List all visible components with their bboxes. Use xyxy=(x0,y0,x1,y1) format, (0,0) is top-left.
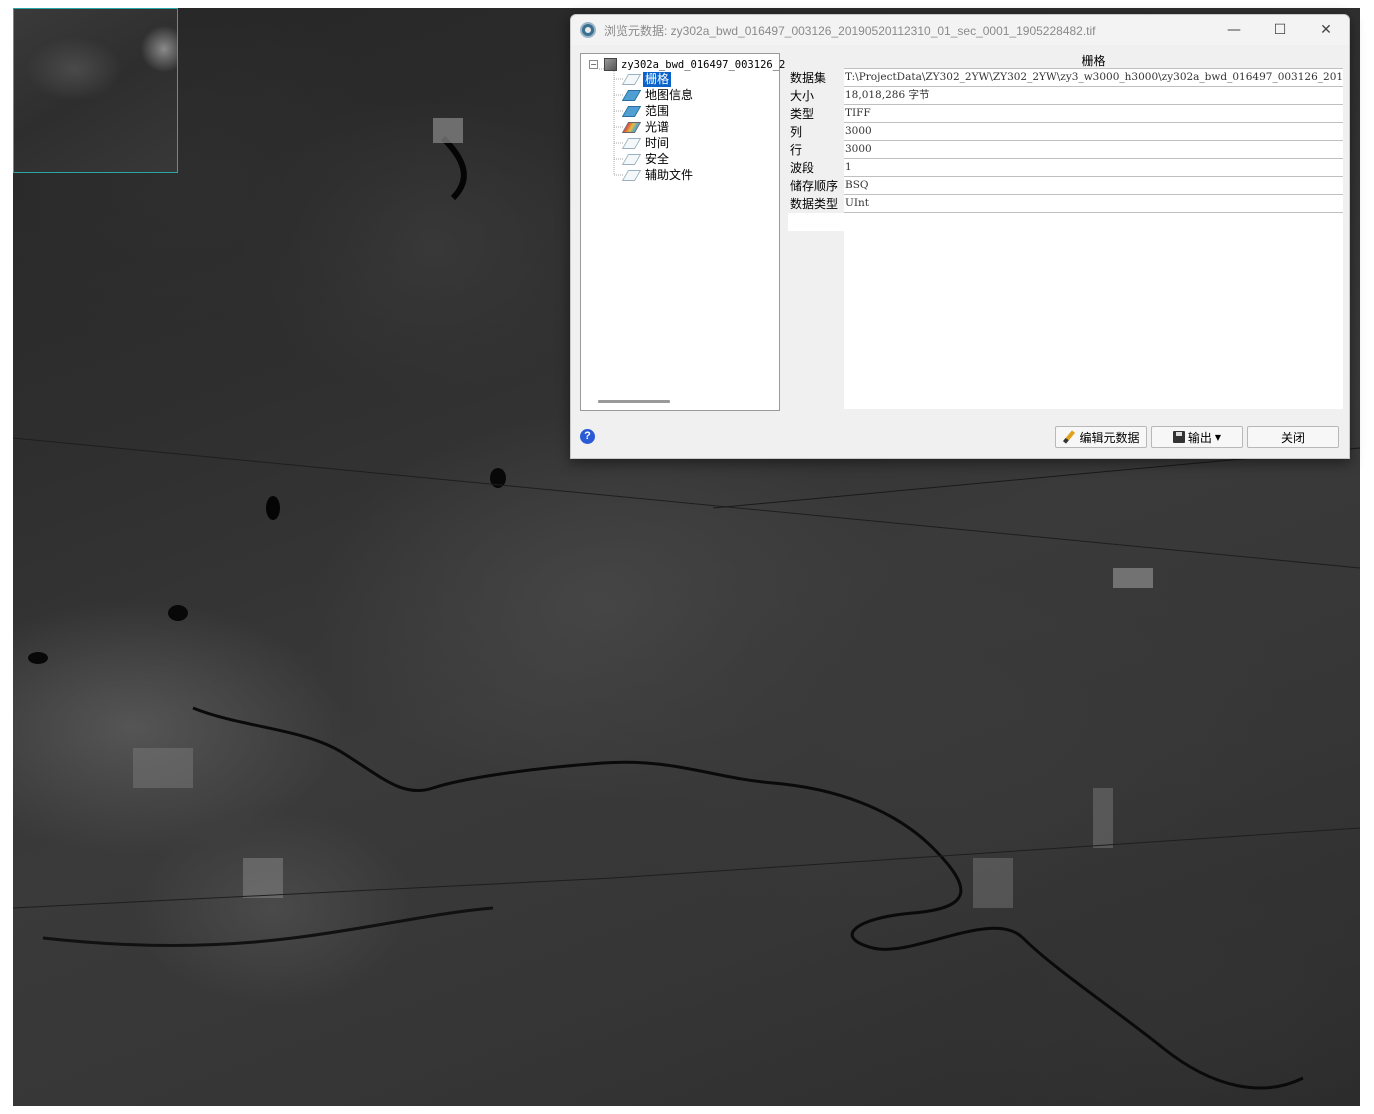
tree-item-extent[interactable]: 范围 xyxy=(623,103,671,119)
export-label: 输出 xyxy=(1187,430,1212,445)
extent-icon xyxy=(623,104,639,118)
chevron-down-icon: ▼ xyxy=(1214,432,1222,442)
dialog-title: 浏览元数据: zy302a_bwd_016497_003126_20190520… xyxy=(604,23,1096,38)
close-button[interactable]: 关闭 xyxy=(1247,426,1339,448)
grid-key: 大小 xyxy=(788,87,844,105)
edit-metadata-label: 编辑元数据 xyxy=(1079,430,1140,445)
tree-item-security[interactable]: 安全 xyxy=(623,151,671,167)
maximize-button[interactable]: ☐ xyxy=(1257,15,1303,45)
tree-item-time[interactable]: 时间 xyxy=(623,135,671,151)
grid-key: 数据类型 xyxy=(788,195,844,213)
tree-item-label: 栅格 xyxy=(643,71,672,87)
grid-row-type[interactable]: 类型 TIFF xyxy=(788,105,1343,123)
tree-item-label: 时间 xyxy=(645,135,670,150)
tree-item-label: 范围 xyxy=(645,103,670,118)
tree-item-label: 地图信息 xyxy=(645,87,694,102)
tree-item-label: 安全 xyxy=(645,151,670,166)
grid-row-rows[interactable]: 行 3000 xyxy=(788,141,1343,159)
save-disk-icon xyxy=(1172,431,1185,443)
tree-item-auxiliary-files[interactable]: 辅助文件 xyxy=(623,167,695,183)
tree-item-label: 光谱 xyxy=(645,119,670,134)
minimize-button[interactable]: — xyxy=(1211,15,1257,45)
grid-row-data-type[interactable]: 数据类型 UInt xyxy=(788,195,1343,213)
grid-key: 类型 xyxy=(788,105,844,123)
grid-value[interactable]: 1 xyxy=(844,159,1343,177)
grid-value[interactable]: 3000 xyxy=(844,123,1343,141)
grid-row-storage-order[interactable]: 储存顺序 BSQ xyxy=(788,177,1343,195)
map-info-icon xyxy=(623,88,639,102)
metadata-tree[interactable]: − zy302a_bwd_016497_003126_2 栅格 地图信息 范围 … xyxy=(580,53,785,411)
grid-key: 波段 xyxy=(788,159,844,177)
grid-section-header: 栅格 xyxy=(844,53,1343,69)
grid-key: 列 xyxy=(788,123,844,141)
metadata-dialog: 浏览元数据: zy302a_bwd_016497_003126_20190520… xyxy=(570,14,1350,459)
grid-key: 储存顺序 xyxy=(788,177,844,195)
property-grid[interactable]: 栅格 数据集 T:\ProjectData\ZY302_2YW\ZY302_2Y… xyxy=(788,53,1343,409)
grid-value[interactable]: 3000 xyxy=(844,141,1343,159)
auxiliary-file-icon xyxy=(623,168,639,182)
time-icon xyxy=(623,136,639,150)
dialog-titlebar[interactable]: 浏览元数据: zy302a_bwd_016497_003126_20190520… xyxy=(571,15,1349,45)
tree-item-map-info[interactable]: 地图信息 xyxy=(623,87,695,103)
grid-value[interactable]: TIFF xyxy=(844,105,1343,123)
tree-root[interactable]: − zy302a_bwd_016497_003126_2 xyxy=(589,58,785,71)
pencil-icon xyxy=(1062,430,1076,444)
app-globe-icon xyxy=(580,22,596,38)
grid-key: 行 xyxy=(788,141,844,159)
grid-row-dataset[interactable]: 数据集 T:\ProjectData\ZY302_2YW\ZY302_2YW\z… xyxy=(788,69,1343,87)
spectrum-icon xyxy=(623,120,639,134)
close-label: 关闭 xyxy=(1280,430,1305,445)
grid-value[interactable]: BSQ xyxy=(844,177,1343,195)
grid-key: 数据集 xyxy=(788,69,844,87)
grid-value[interactable]: UInt xyxy=(844,195,1343,213)
grid-row-columns[interactable]: 列 3000 xyxy=(788,123,1343,141)
horizontal-scrollbar[interactable] xyxy=(598,400,670,403)
tree-root-label: zy302a_bwd_016497_003126_2 xyxy=(621,58,786,71)
grid-value[interactable]: 18,018,286 字节 xyxy=(844,87,1343,105)
security-icon xyxy=(623,152,639,166)
grid-rows: 数据集 T:\ProjectData\ZY302_2YW\ZY302_2YW\z… xyxy=(788,69,1343,213)
raster-file-icon xyxy=(604,58,617,71)
grid-row-size[interactable]: 大小 18,018,286 字节 xyxy=(788,87,1343,105)
raster-icon xyxy=(623,72,639,86)
grid-row-bands[interactable]: 波段 1 xyxy=(788,159,1343,177)
tree-item-label: 辅助文件 xyxy=(645,167,694,182)
collapse-toggle[interactable]: − xyxy=(589,60,598,69)
help-icon[interactable]: ? xyxy=(580,429,595,444)
edit-metadata-button[interactable]: 编辑元数据 xyxy=(1055,426,1147,448)
export-dropdown-button[interactable]: 输出 ▼ xyxy=(1151,426,1243,448)
tree-item-spectrum[interactable]: 光谱 xyxy=(623,119,671,135)
overview-thumbnail[interactable] xyxy=(13,8,178,173)
window-close-button[interactable]: ✕ xyxy=(1303,15,1349,45)
tree-item-raster[interactable]: 栅格 xyxy=(623,71,672,87)
grid-value[interactable]: T:\ProjectData\ZY302_2YW\ZY302_2YW\zy3_w… xyxy=(844,69,1343,87)
